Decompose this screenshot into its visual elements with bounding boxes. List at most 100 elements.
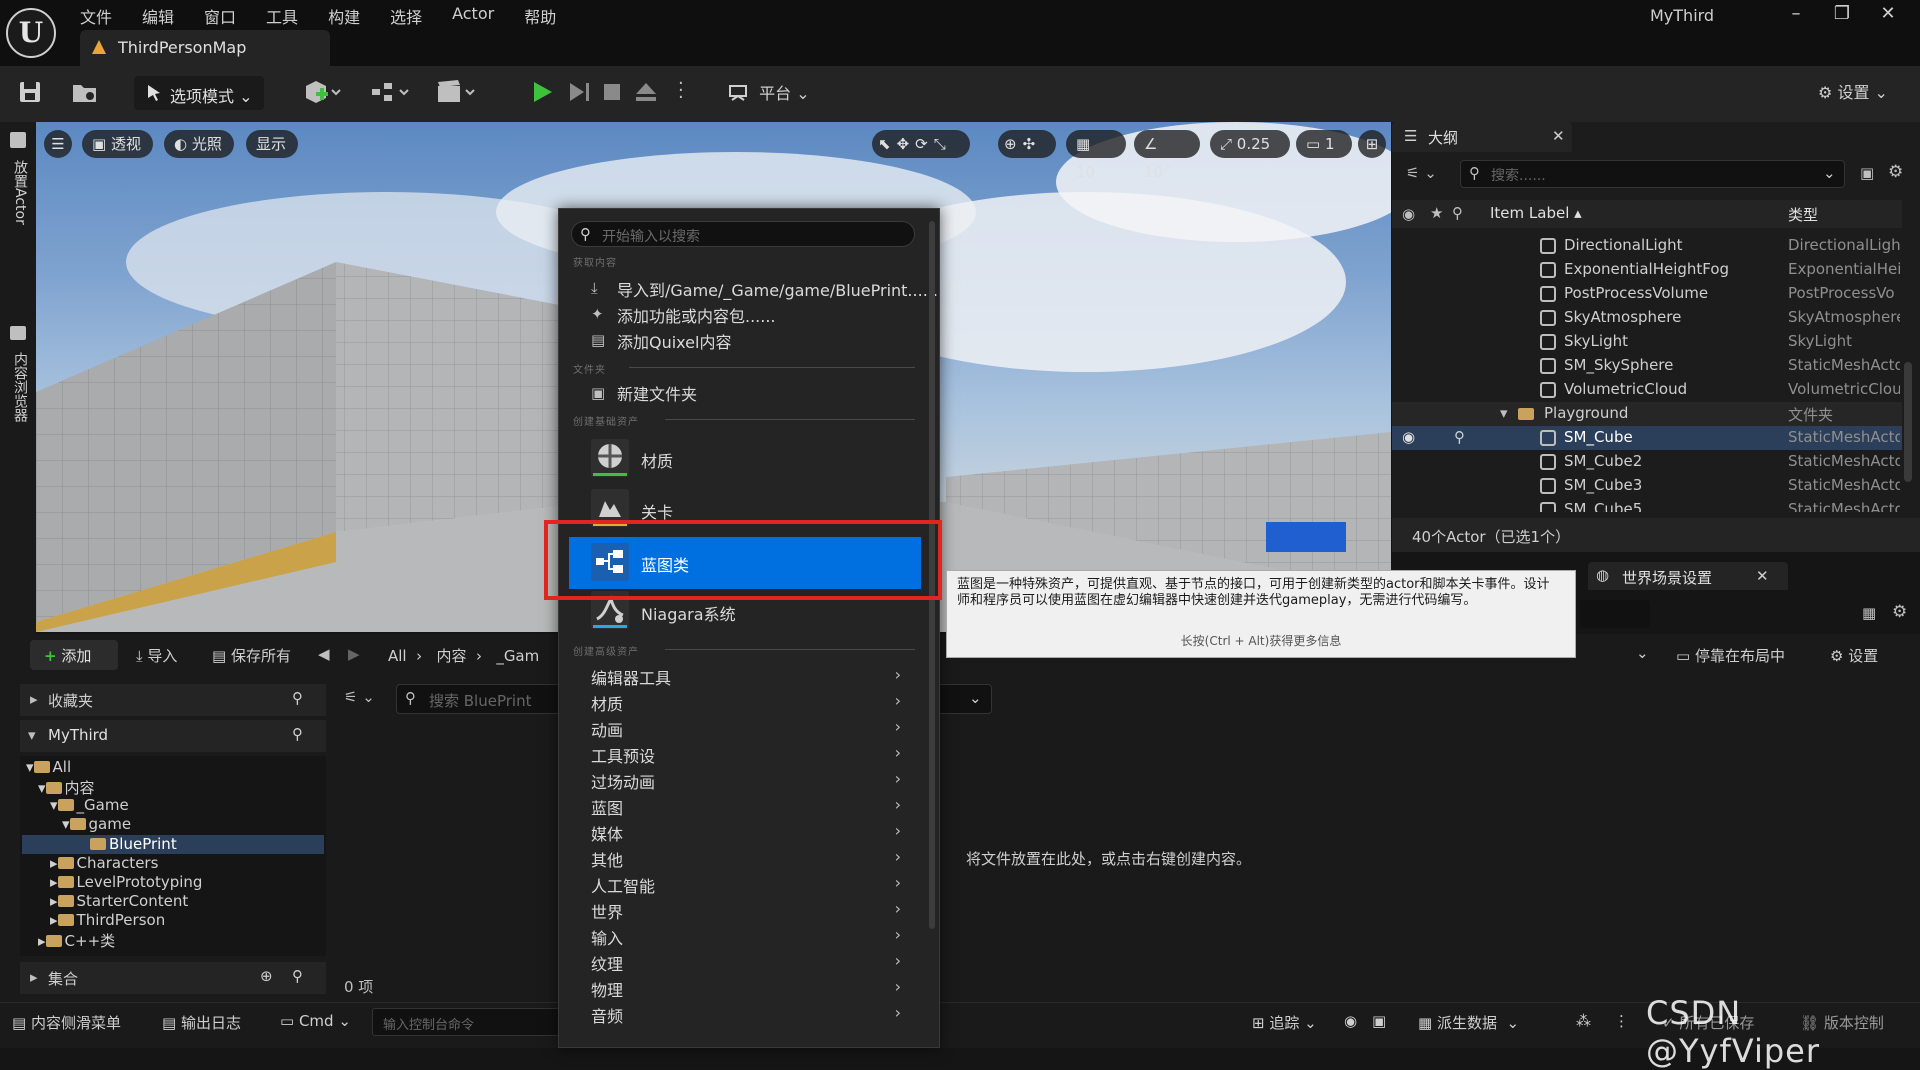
add-quixel-item[interactable]: 添加Quixel内容 — [617, 329, 731, 353]
place-actor-tab[interactable]: 放置Actor — [10, 160, 30, 225]
cmd-dropdown[interactable]: ▭ Cmd ⌄ — [280, 1012, 351, 1030]
world-settings-tab[interactable]: ◍ 世界场景设置 ✕ — [1588, 562, 1788, 590]
submenu-tool-presets[interactable]: 工具预设 › — [591, 743, 901, 767]
submenu-blueprint[interactable]: 蓝图 › — [591, 795, 901, 819]
content-browser-icon[interactable] — [10, 326, 26, 340]
close-window-button[interactable]: ✕ — [1868, 0, 1908, 28]
outliner-row[interactable]: SM_Cube5 StaticMeshActo — [1392, 498, 1902, 512]
new-folder-item[interactable]: 新建文件夹 — [617, 381, 697, 405]
close-tab-icon[interactable]: ✕ — [1552, 127, 1565, 145]
outliner-row[interactable]: VolumetricCloud VolumetricClou — [1392, 378, 1902, 402]
scale-snap-button[interactable]: ⤢ 0.25 — [1210, 130, 1290, 158]
breadcrumb-content[interactable]: 内容 — [436, 647, 466, 665]
dock-in-layout-button[interactable]: ▭ 停靠在布局中 — [1676, 645, 1785, 666]
stop-icon[interactable] — [598, 78, 628, 108]
tree-item[interactable]: ▾ All — [26, 758, 71, 776]
outliner-folder-row[interactable]: ▾ Playground 文件夹 — [1392, 402, 1902, 426]
outliner-row[interactable]: SM_Cube2 StaticMeshActo — [1392, 450, 1902, 474]
outliner-row[interactable]: DirectionalLight DirectionalLigh — [1392, 234, 1902, 258]
outliner-row[interactable]: SkyAtmosphere SkyAtmosphere — [1392, 306, 1902, 330]
output-log-button[interactable]: ▤ 输出日志 — [162, 1012, 241, 1033]
outliner-row[interactable]: SM_Cube3 StaticMeshActo — [1392, 474, 1902, 498]
save-all-button[interactable]: ▤ 保存所有 — [212, 645, 291, 666]
blueprint-toolbar-icon[interactable] — [370, 78, 409, 108]
details-search-input[interactable] — [1580, 600, 1650, 628]
submenu-editor-tools[interactable]: 编辑器工具 › — [591, 665, 901, 689]
collections-section[interactable]: ▸ 集合 ⊕ ⚲ — [20, 962, 326, 994]
search-icon[interactable]: ⚲ — [292, 967, 303, 985]
breadcrumb-game[interactable]: _Gam — [496, 647, 539, 665]
content-settings-button[interactable]: ⚙ 设置 — [1830, 645, 1878, 666]
outliner-row[interactable]: ExponentialHeightFog ExponentialHei — [1392, 258, 1902, 282]
grid-snap-button[interactable]: ▦ 10 — [1066, 130, 1126, 181]
submenu-material[interactable]: 材质 › — [591, 691, 901, 715]
pin-icon[interactable]: ⚲ — [1454, 428, 1465, 446]
map-tab[interactable]: ThirdPersonMap — [80, 30, 330, 66]
menu-help[interactable]: 帮助 — [524, 4, 556, 27]
submenu-ai[interactable]: 人工智能 › — [591, 873, 901, 897]
tree-item[interactable]: ▾ _Game — [50, 796, 129, 814]
transform-tools[interactable]: ⬉✥⟳⤡ — [872, 130, 970, 158]
step-icon[interactable] — [566, 78, 596, 108]
submenu-cinematics[interactable]: 过场动画 › — [591, 769, 901, 793]
favorites-section[interactable]: ▸ 收藏夹 ⚲ — [20, 684, 326, 716]
visibility-eye-icon[interactable]: ◉ — [1402, 428, 1415, 446]
menu-actor[interactable]: Actor — [452, 4, 494, 26]
close-tab-icon[interactable]: ✕ — [1756, 567, 1769, 585]
outliner-row[interactable]: SkyLight SkyLight — [1392, 330, 1902, 354]
outliner-row-selected[interactable]: ◉ ⚲ SM_Cube StaticMeshActo — [1392, 426, 1902, 450]
settings-dropdown[interactable]: ⚙ 设置 ⌄ — [1818, 79, 1888, 103]
search-icon[interactable]: ⚲ — [292, 689, 303, 707]
outliner-tab[interactable]: ☰ 大纲 ✕ — [1392, 122, 1572, 152]
menu-tools[interactable]: 工具 — [266, 4, 298, 27]
submenu-misc[interactable]: 其他 › — [591, 847, 901, 871]
menu-select[interactable]: 选择 — [390, 4, 422, 27]
eject-icon[interactable] — [632, 78, 662, 108]
outliner-search-input[interactable]: ⚲ 搜索...... ⌄ — [1460, 160, 1845, 188]
coordinate-tools[interactable]: ⊕✣ — [998, 130, 1056, 158]
tree-item[interactable]: ▸ ThirdPerson — [50, 911, 165, 929]
camera-speed-button[interactable]: ▭ 1 — [1296, 130, 1352, 158]
menu-window[interactable]: 窗口 — [204, 4, 236, 27]
submenu-physics[interactable]: 物理 › — [591, 977, 901, 1001]
record-icon[interactable]: ◉ — [1344, 1012, 1357, 1030]
unreal-logo-icon[interactable]: U — [6, 8, 56, 58]
submenu-texture[interactable]: 纹理 › — [591, 951, 901, 975]
menu-search-input[interactable]: ⚲ 开始输入以搜索 — [571, 221, 915, 247]
submenu-world[interactable]: 世界 › — [591, 899, 901, 923]
save-icon[interactable] — [16, 78, 46, 108]
item-label-column[interactable]: Item Label ▴ — [1490, 204, 1582, 222]
content-drawer-button[interactable]: ▤ 内容侧滑菜单 — [12, 1012, 121, 1033]
tree-item[interactable]: ▸ Characters — [50, 854, 158, 872]
breadcrumb-all[interactable]: All — [388, 647, 407, 665]
minimize-button[interactable]: – — [1776, 0, 1816, 28]
layout-grid-icon[interactable]: ⊞ — [1358, 130, 1386, 158]
import-to-item[interactable]: 导入到/Game/_Game/game/BluePrint...... — [617, 277, 938, 301]
menu-file[interactable]: 文件 — [80, 4, 112, 27]
tree-item[interactable]: ▾ 内容 — [38, 777, 95, 798]
filter-icon[interactable]: ⚟ ⌄ — [1406, 164, 1437, 182]
search-icon[interactable]: ⚲ — [292, 725, 303, 743]
submenu-media[interactable]: 媒体 › — [591, 821, 901, 845]
submenu-input[interactable]: 输入 › — [591, 925, 901, 949]
screenshot-icon[interactable]: ▣ — [1372, 1012, 1386, 1030]
gear-icon[interactable]: ⚙ — [1892, 602, 1907, 622]
import-button[interactable]: ⤓ 导入 — [136, 645, 177, 666]
outliner-scrollbar[interactable] — [1904, 362, 1912, 482]
place-actor-icon[interactable] — [10, 132, 26, 148]
add-button[interactable]: + 添加 — [30, 640, 118, 670]
menu-build[interactable]: 构建 — [328, 4, 360, 27]
tree-item[interactable]: ▸ C++类 — [38, 930, 115, 951]
console-input[interactable]: 输入控制台命令 — [372, 1008, 562, 1036]
stats-icon[interactable]: ⁂ — [1576, 1012, 1591, 1030]
select-mode-dropdown[interactable]: 选项模式 ⌄ — [134, 76, 264, 110]
add-actor-icon[interactable] — [302, 78, 341, 108]
submenu-animation[interactable]: 动画 › — [591, 717, 901, 741]
chevron-down-icon[interactable]: ⌄ — [1636, 644, 1649, 662]
filter-icon[interactable]: ⚟ ⌄ — [344, 688, 375, 706]
platform-dropdown[interactable]: 平台 ⌄ — [728, 80, 810, 104]
table-view-icon[interactable]: ▦ — [1862, 604, 1876, 622]
cinematics-icon[interactable] — [436, 78, 475, 108]
angle-snap-button[interactable]: ∠ 10° — [1134, 130, 1200, 181]
new-folder-icon[interactable]: ▣ — [1860, 164, 1874, 182]
